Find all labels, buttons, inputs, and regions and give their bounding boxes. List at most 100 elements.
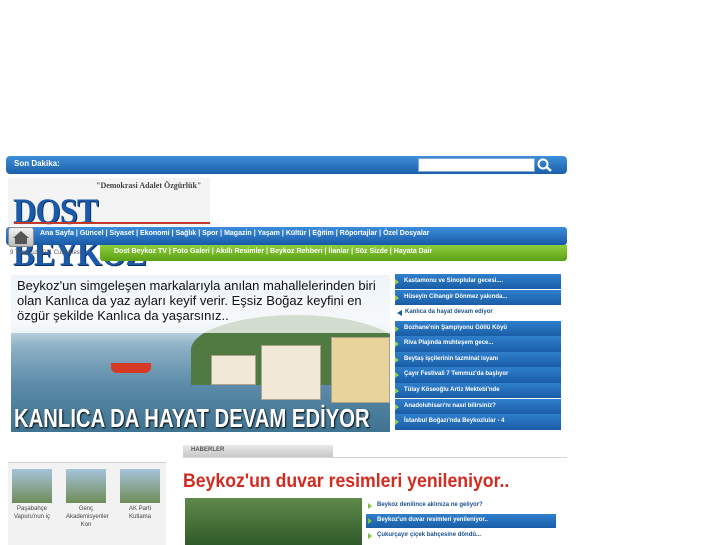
main-menu-item[interactable]: Röportajlar (340, 230, 377, 237)
menu-separator: | (324, 248, 327, 255)
headline-item[interactable]: Çayır Festivali 7 Temmuz'da başlıyor (395, 367, 561, 383)
news-list-item[interactable]: Beykoz'un duvar resimleri yenileniyor.. (366, 514, 556, 528)
main-menu-item[interactable]: Güncel (80, 230, 104, 237)
headline-item[interactable]: Tülay Köseoğlu Artiz Mektebi'nde (395, 383, 561, 399)
headline-text: Hüseyin Cihangir Dönmez yakında... (404, 293, 508, 300)
search-button[interactable] (536, 157, 554, 173)
news-item-text: Beykoz denilince aklınıza ne geliyor? (377, 502, 483, 508)
arrow-icon (395, 419, 399, 426)
secondary-menu-item[interactable]: Dost Beykoz TV (114, 248, 167, 255)
headline-item[interactable]: Bozhane'nin Şampiyonu Göllü Köyü (395, 320, 561, 337)
menu-separator: | (105, 230, 108, 237)
gallery-thumb-image (66, 469, 106, 503)
featured-slider[interactable]: Beykoz'un simgeleşen markalarıyla anılan… (11, 275, 390, 432)
arrow-icon (368, 503, 372, 509)
arrow-icon (397, 310, 402, 317)
headline-item[interactable]: Kanlıca da hayat devam ediyor (395, 305, 561, 321)
main-menu-item[interactable]: Özel Dosyalar (383, 230, 429, 237)
main-menu-item[interactable]: Spor (202, 230, 218, 237)
current-date: 9 Temmuz 2011 Cumartesi (10, 250, 82, 256)
menu-separator: | (281, 230, 284, 237)
menu-separator: | (266, 248, 269, 255)
main-menu: Ana Sayfa | Güncel | Siyaset | Ekonomi | Sağlık |… (40, 230, 429, 237)
arrow-icon (395, 341, 399, 348)
arrow-icon (395, 325, 399, 332)
news-headline[interactable]: Beykoz'un duvar resimleri yenileniyor.. (183, 471, 509, 493)
slider-banner-text: Beykoz'un simgeleşen markalarıyla anılan… (11, 275, 390, 333)
headline-text: Kastamonu ve Sinoplular gecesi.... (404, 278, 504, 284)
news-image[interactable] (185, 498, 362, 545)
arrow-icon (395, 294, 399, 301)
arrow-icon (395, 388, 399, 395)
breaking-news-label: Son Dakika: (14, 159, 60, 168)
secondary-menu-item[interactable]: Beykoz Rehberi (270, 248, 323, 255)
logo-underline (14, 222, 210, 224)
headline-item[interactable]: Riva Plajında muhteşem gece... (395, 336, 561, 352)
menu-separator: | (168, 248, 171, 255)
breaking-news-bar: Son Dakika: (6, 156, 567, 174)
news-item-text: Beykoz'un duvar resimleri yenileniyor.. (377, 517, 488, 523)
secondary-menu-item[interactable]: Söz Sizde (355, 248, 388, 255)
search-input[interactable] (418, 158, 535, 172)
headline-text: Tülay Köseoğlu Artiz Mektebi'nde (404, 387, 500, 394)
gallery-thumb[interactable]: Genç Akademisyenler Kon (66, 469, 109, 529)
gallery-thumb-image (120, 469, 160, 503)
news-item-text: Çukurçayır çiçek bahçesine döndü... (377, 532, 482, 538)
secondary-menu-item[interactable]: Hayata Dair (394, 248, 433, 255)
secondary-menu-item[interactable]: Foto Galeri (173, 248, 210, 255)
menu-separator: | (198, 230, 201, 237)
menu-separator: | (253, 230, 256, 237)
main-menu-item[interactable]: Sağlık (176, 230, 197, 237)
main-menu-item[interactable]: Ekonomi (140, 230, 170, 237)
arrow-icon (395, 356, 399, 363)
headline-item[interactable]: Kastamonu ve Sinoplular gecesi.... (395, 274, 561, 290)
main-menu-item[interactable]: Eğitim (312, 230, 333, 237)
secondary-menu-item[interactable]: İlanlar (329, 248, 350, 255)
menu-separator: | (220, 230, 223, 237)
headline-list: Kastamonu ve Sinoplular gecesi.... Hüseyi… (395, 274, 561, 430)
headline-item[interactable]: İstanbul Boğazı'nda Beykozlular - 4 (395, 414, 561, 430)
slider-boat (111, 363, 151, 373)
gallery-thumb[interactable]: AK Parti Kutlama (120, 469, 160, 529)
arrow-icon (395, 403, 399, 410)
slider-house (331, 337, 390, 403)
news-list-item[interactable]: Çukurçayır çiçek bahçesine döndü... (366, 529, 556, 543)
news-section-label: HABERLER (183, 445, 333, 457)
slider-house (261, 345, 321, 400)
headline-item[interactable]: Hüseyin Cihangir Dönmez yakında... (395, 289, 561, 305)
main-menu-item[interactable]: Ana Sayfa (40, 230, 74, 237)
headline-text: İstanbul Boğazı'nda Beykozlular - 4 (404, 418, 505, 425)
headline-item[interactable]: Beytaş işçilerinin tazminat isyanı (395, 351, 561, 368)
gallery-thumb-caption: Genç Akademisyenler Kon (66, 506, 109, 528)
arrow-icon (395, 372, 399, 379)
main-menu-item[interactable]: Magazin (224, 230, 252, 237)
menu-separator: | (75, 230, 78, 237)
headline-text: Bozhane'nin Şampiyonu Göllü Köyü (404, 324, 508, 331)
slider-house (211, 355, 256, 385)
menu-separator: | (171, 230, 174, 237)
menu-separator: | (308, 230, 311, 237)
news-divider (183, 457, 567, 458)
home-icon (13, 231, 29, 244)
logo-slogan: "Demokrasi Adalet Özgürlük" (96, 181, 202, 190)
site-logo[interactable]: "Demokrasi Adalet Özgürlük" DOST BEYKOZ (8, 178, 210, 273)
gallery-thumb[interactable]: Paşabahçe Vapuru'nun iç (12, 469, 52, 529)
main-menu-item[interactable]: Kültür (286, 230, 307, 237)
gallery-thumb-caption: Paşabahçe Vapuru'nun iç (13, 506, 51, 520)
menu-separator: | (389, 248, 392, 255)
secondary-menu: Dost Beykoz TV | Foto Galeri | Akıllı Resiml… (114, 248, 432, 255)
menu-separator: | (136, 230, 139, 237)
main-menu-item[interactable]: Yaşam (258, 230, 280, 237)
gallery-thumb-image (12, 469, 52, 503)
headline-item[interactable]: Anadoluhisarı'nı nasıl bilirsiniz? (395, 398, 561, 415)
slider-caption: KANLICA DA HAYAT DEVAM EDİYOR (14, 403, 370, 432)
home-button[interactable] (8, 227, 34, 247)
main-menu-item[interactable]: Siyaset (110, 230, 135, 237)
news-list-item[interactable]: Beykoz denilince aklınıza ne geliyor? (366, 499, 556, 513)
arrow-icon (368, 533, 372, 539)
gallery-thumbs: Paşabahçe Vapuru'nun iç Genç Akademisyenl… (12, 469, 160, 529)
secondary-menu-item[interactable]: Akıllı Resimler (216, 248, 264, 255)
headline-text: Anadoluhisarı'nı nasıl bilirsiniz? (404, 402, 496, 409)
menu-separator: | (211, 248, 214, 255)
headline-text: Beytaş işçilerinin tazminat isyanı (404, 355, 499, 362)
